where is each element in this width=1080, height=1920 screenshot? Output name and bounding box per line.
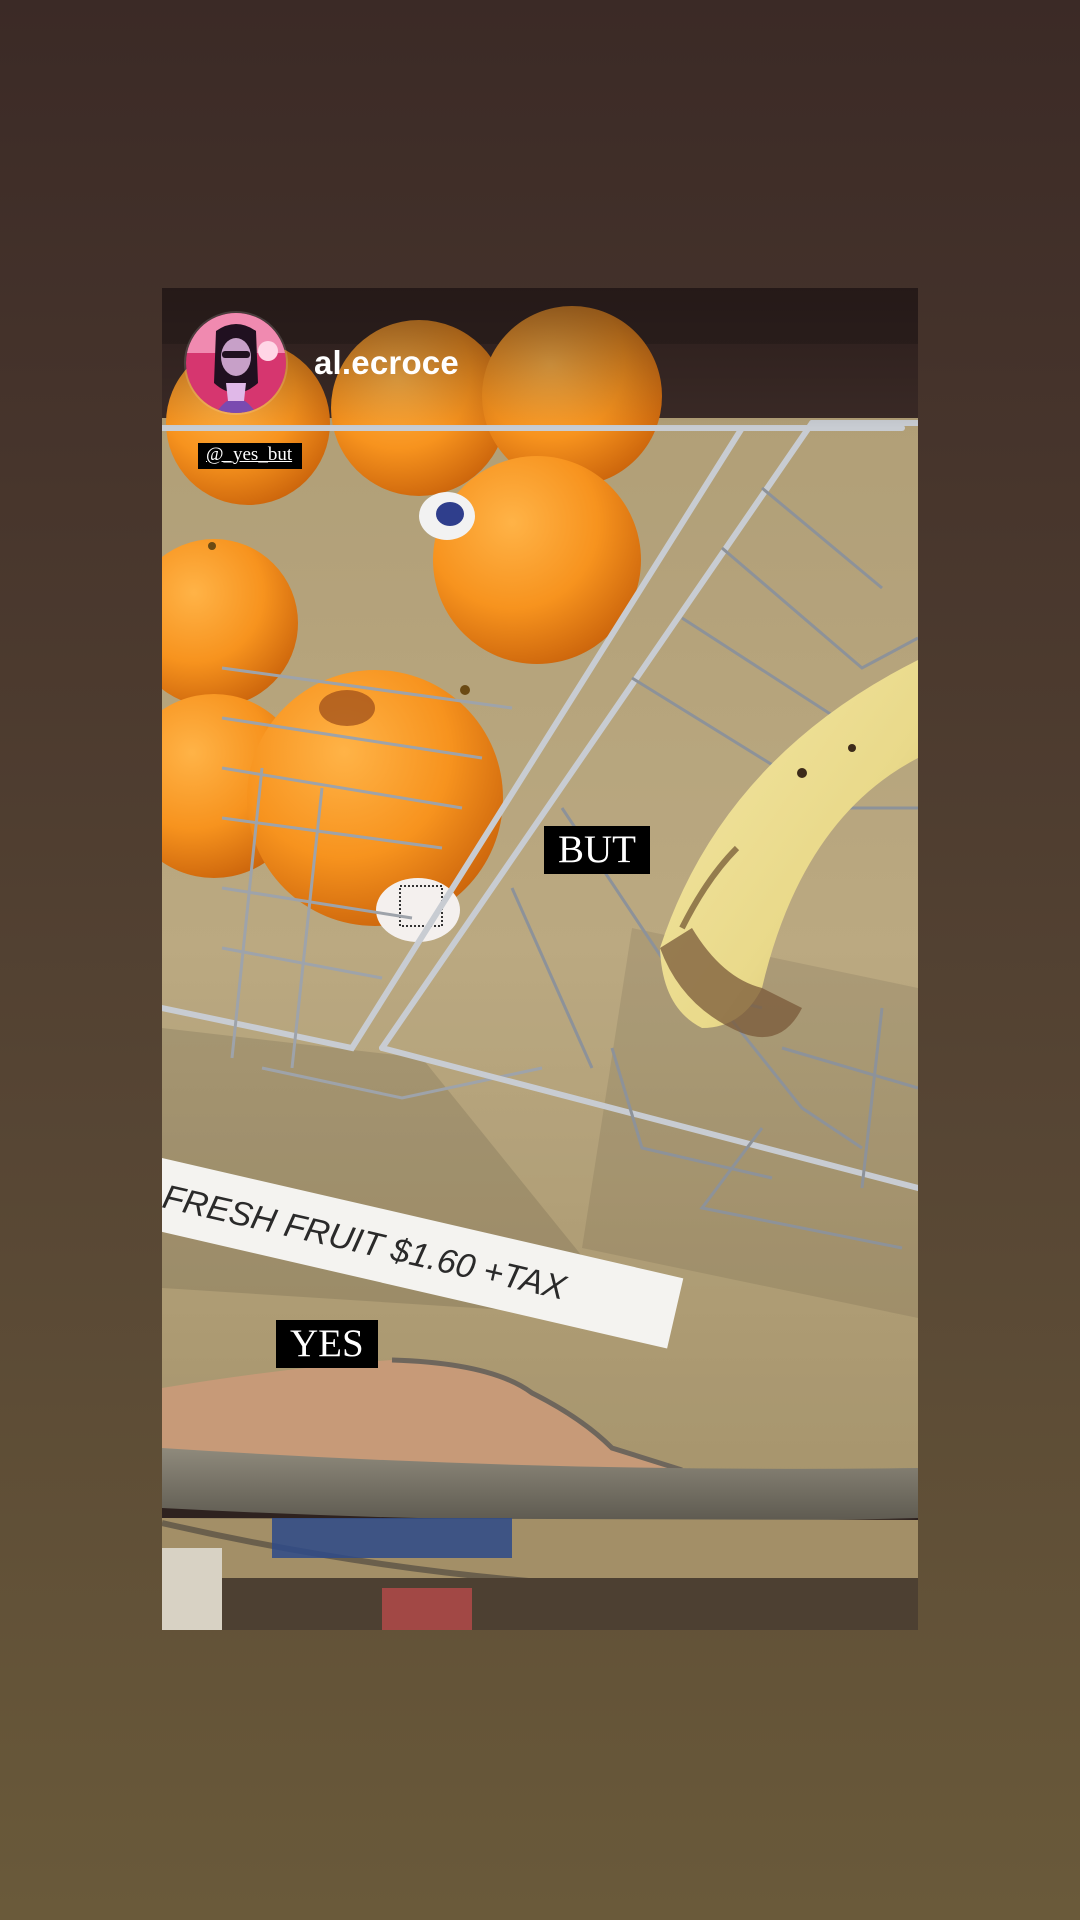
story-photo: FRESH FRUIT $1.60 +TAX bbox=[162, 288, 918, 1630]
story-card[interactable]: FRESH FRUIT $1.60 +TAX al.ecroce @_yes_b… bbox=[162, 288, 918, 1630]
caption-yes: YES bbox=[276, 1320, 378, 1368]
mention-tag[interactable]: @_yes_but bbox=[198, 443, 303, 469]
avatar-illustration bbox=[186, 313, 286, 413]
username[interactable]: al.ecroce bbox=[314, 344, 459, 382]
avatar-icon[interactable] bbox=[186, 313, 286, 413]
caption-but: BUT bbox=[544, 826, 650, 874]
